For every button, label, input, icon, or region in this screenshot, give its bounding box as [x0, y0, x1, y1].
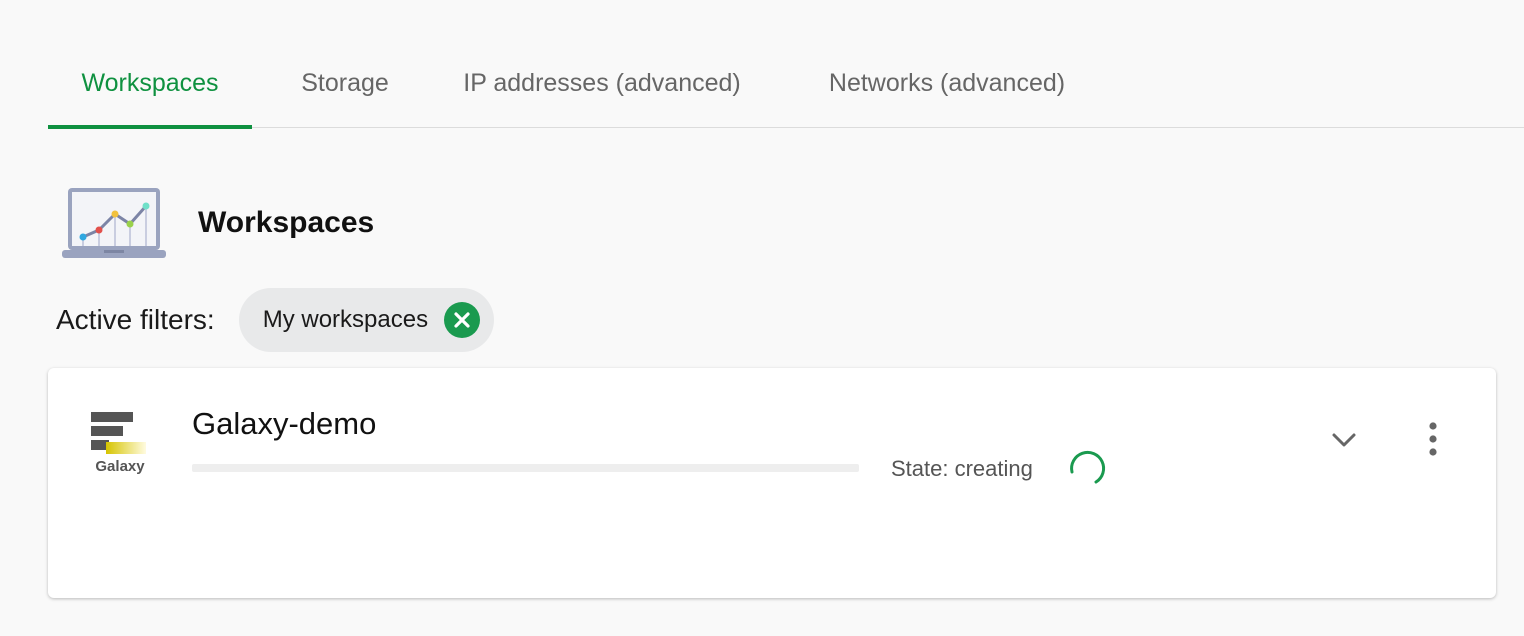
workspace-state: State: creating — [891, 456, 1033, 481]
page-title: Workspaces — [198, 206, 375, 239]
tab-workspaces[interactable]: Workspaces — [48, 40, 252, 129]
chevron-down-icon[interactable] — [1328, 424, 1360, 456]
filters-label: Active filters: — [56, 304, 215, 335]
filter-chip-my-workspaces: My workspaces — [238, 288, 495, 352]
galaxy-logo-icon: Galaxy — [91, 412, 146, 475]
filter-chip-label: My workspaces — [262, 306, 429, 333]
loading-spinner-icon — [1070, 450, 1106, 484]
tab-ip-addresses[interactable]: IP addresses (advanced) — [438, 40, 766, 127]
tab-storage[interactable]: Storage — [252, 40, 438, 127]
galaxy-logo-text: Galaxy — [95, 458, 145, 475]
close-circle-icon[interactable] — [444, 302, 481, 338]
page-header: Workspaces — [62, 186, 374, 260]
workspace-progress-bar — [192, 464, 859, 472]
more-vertical-icon[interactable] — [1418, 420, 1448, 460]
tab-networks[interactable]: Networks (advanced) — [766, 40, 1128, 127]
tab-bar: Workspaces Storage IP addresses (advance… — [48, 40, 1524, 129]
workspace-name: Galaxy-demo — [192, 406, 377, 441]
active-filters: Active filters: My workspaces — [56, 288, 495, 352]
workspace-card[interactable]: Galaxy Galaxy-demo State: creating — [48, 368, 1496, 598]
laptop-chart-icon — [62, 188, 166, 258]
